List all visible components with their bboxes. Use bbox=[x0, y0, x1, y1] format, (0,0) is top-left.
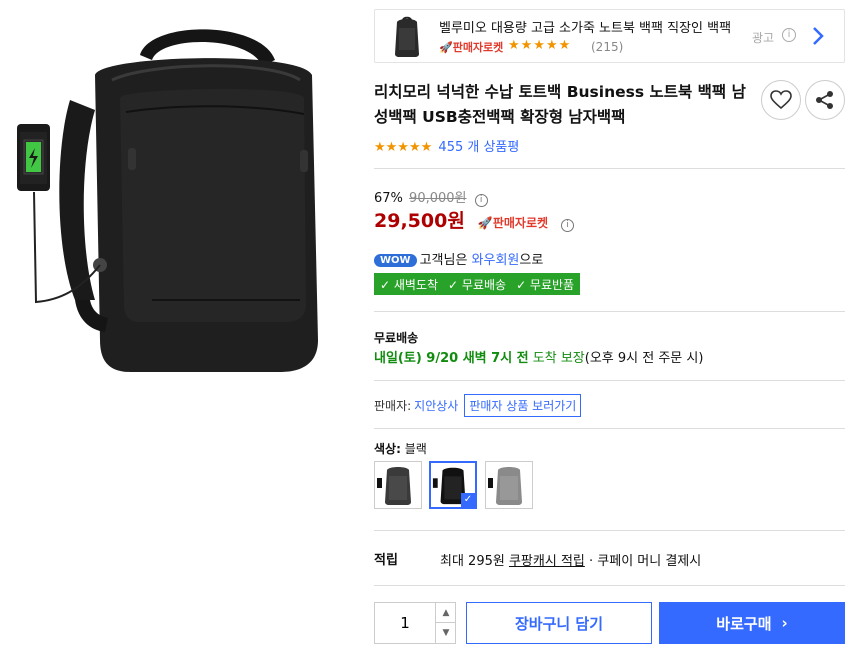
shipping-label: 무료배송 bbox=[374, 331, 419, 345]
check-icon: ✓ bbox=[461, 493, 475, 507]
benefit-bar: ✓ 새벽도착 ✓ 무료배송 ✓ 무료반품 bbox=[374, 273, 581, 295]
seller-rocket-badge: 🚀판매자로켓 bbox=[477, 216, 549, 230]
quantity-input[interactable] bbox=[375, 603, 435, 643]
review-count-link[interactable]: 455 개 상품평 bbox=[438, 140, 519, 155]
chevron-right-icon: › bbox=[781, 614, 788, 632]
discount-rate: 67% bbox=[374, 191, 403, 206]
section-divider bbox=[374, 380, 845, 381]
delivery-guarantee: 도착 보장 bbox=[528, 351, 585, 366]
original-price: 90,000원 bbox=[409, 191, 467, 206]
delivery-date: 내일(토) 9/20 새벽 7시 전 도착 보장(오후 9시 전 주문 시) bbox=[374, 347, 703, 366]
section-divider bbox=[374, 530, 845, 531]
share-button[interactable] bbox=[805, 80, 845, 120]
section-divider bbox=[374, 311, 845, 312]
cash-reward-prefix: 최대 295원 bbox=[440, 554, 509, 569]
color-option-label: 색상: 블랙 bbox=[374, 440, 427, 457]
share-icon bbox=[816, 91, 833, 109]
wow-text-after: 으로 bbox=[519, 253, 544, 268]
color-option-black[interactable]: ✓ bbox=[429, 461, 477, 509]
rating-stars: ★★★★★ bbox=[374, 140, 433, 155]
benefit-free-return: ✓ 무료반품 bbox=[516, 277, 575, 292]
heart-icon bbox=[770, 90, 792, 110]
color-option-darkgray[interactable] bbox=[374, 461, 422, 509]
cash-reward-text: 최대 295원 쿠팡캐시 적립 · 쿠페이 머니 결제시 bbox=[440, 550, 701, 569]
delivery-date-text: 내일(토) 9/20 새벽 7시 전 bbox=[374, 351, 529, 366]
ad-review-count: (215) bbox=[591, 40, 624, 54]
section-divider bbox=[374, 585, 845, 586]
ad-rating-stars: ★★★★★ bbox=[508, 38, 572, 53]
ad-product-title: 벨루미오 대용량 고급 소가죽 노트북 백팩 직장인 백팩 bbox=[439, 21, 732, 36]
seller-label: 판매자: bbox=[374, 399, 412, 413]
quantity-decrease-button[interactable]: ▼ bbox=[435, 623, 456, 643]
buy-now-label: 바로구매 bbox=[716, 614, 772, 633]
color-option-gray[interactable] bbox=[485, 461, 533, 509]
backpack-illustration bbox=[17, 29, 318, 372]
sale-price: 29,500원 bbox=[374, 210, 465, 232]
benefit-free-shipping: ✓ 무료배송 bbox=[448, 277, 507, 292]
buy-now-button[interactable]: 바로구매 › bbox=[659, 602, 845, 644]
product-image[interactable] bbox=[0, 0, 360, 651]
product-title: 리치모리 넉넉한 수납 토트백 Business 노트북 백팩 남성백팩 USB… bbox=[374, 83, 746, 126]
cash-reward-suffix: · 쿠페이 머니 결제시 bbox=[584, 554, 702, 569]
discount-row: 67% 90,000원 i bbox=[374, 187, 488, 207]
chevron-right-icon[interactable] bbox=[807, 24, 829, 48]
seller-products-button[interactable]: 판매자 상품 보러가기 bbox=[464, 394, 582, 417]
section-divider bbox=[374, 168, 845, 169]
wow-member-link[interactable]: 와우회원 bbox=[472, 253, 520, 268]
wishlist-button[interactable] bbox=[761, 80, 801, 120]
info-icon[interactable]: i bbox=[782, 28, 796, 42]
quantity-increase-button[interactable]: ▲ bbox=[435, 603, 456, 623]
delivery-note: (오후 9시 전 주문 시) bbox=[584, 351, 704, 366]
benefit-dawn-delivery: ✓ 새벽도착 bbox=[380, 277, 439, 292]
color-swatch-image bbox=[377, 467, 411, 505]
ad-label: 광고 bbox=[752, 31, 775, 45]
color-label: 색상: bbox=[374, 442, 401, 456]
wow-badge: WOW bbox=[374, 254, 417, 267]
wow-text-before: 고객님은 bbox=[419, 253, 472, 268]
section-divider bbox=[374, 428, 845, 429]
seller-name-link[interactable]: 지안상사 bbox=[414, 397, 458, 414]
quantity-stepper[interactable]: ▲ ▼ bbox=[374, 602, 456, 644]
wow-member-row: WOW 고객님은 와우회원으로 bbox=[374, 249, 543, 268]
sale-price-row: 29,500원 🚀판매자로켓 i bbox=[374, 206, 575, 233]
add-to-cart-button[interactable]: 장바구니 담기 bbox=[466, 602, 652, 644]
ad-seller-rocket-badge: 🚀판매자로켓 bbox=[439, 41, 504, 54]
color-selected-value: 블랙 bbox=[400, 442, 427, 456]
color-swatch-image bbox=[488, 467, 522, 505]
seller-row: 판매자: 지안상사 판매자 상품 보러가기 bbox=[374, 394, 582, 417]
cash-reward-label: 적립 bbox=[374, 553, 398, 568]
coupang-cash-link[interactable]: 쿠팡캐시 적립 bbox=[509, 554, 585, 569]
ad-product-thumbnail bbox=[395, 16, 419, 57]
info-icon[interactable]: i bbox=[561, 219, 575, 232]
sponsored-product-banner[interactable]: 벨루미오 대용량 고급 소가죽 노트북 백팩 직장인 백팩 🚀판매자로켓 ★★★… bbox=[374, 9, 845, 63]
product-rating[interactable]: ★★★★★ 455 개 상품평 bbox=[374, 136, 519, 155]
